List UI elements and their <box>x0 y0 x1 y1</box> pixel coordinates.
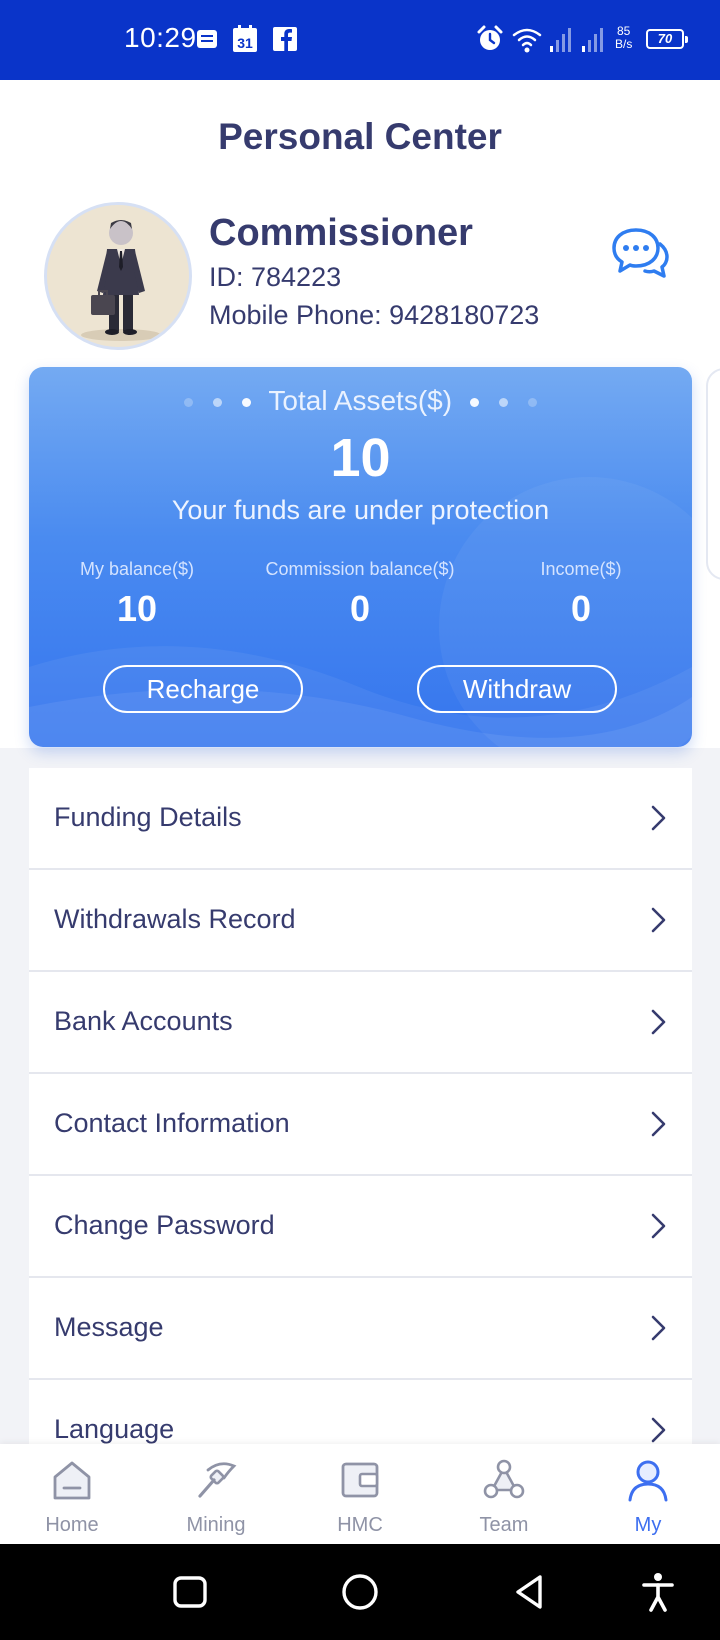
menu-item-label: Message <box>54 1312 164 1342</box>
signal-icon-1 <box>550 28 571 52</box>
total-assets-value: 10 <box>330 428 391 488</box>
income: Income($) 0 <box>461 559 692 630</box>
commission-balance-label: Commission balance($) <box>265 559 455 579</box>
nav-label: My <box>634 1514 662 1536</box>
menu-item-label: Bank Accounts <box>54 1006 233 1036</box>
nav-team[interactable]: Team <box>432 1444 576 1544</box>
nav-my[interactable]: My <box>576 1444 720 1544</box>
chevron-right-icon <box>651 1213 666 1239</box>
user-name: Commissioner <box>209 212 473 254</box>
team-icon <box>483 1459 525 1499</box>
income-value: 0 <box>570 588 592 629</box>
menu-item-message[interactable]: Message <box>29 1278 692 1380</box>
user-icon <box>628 1460 668 1502</box>
customer-service-button[interactable] <box>610 224 670 282</box>
status-time: 10:29 <box>124 22 197 53</box>
dot-icon <box>213 398 223 408</box>
chevron-right-icon <box>651 1315 666 1341</box>
chat-bubbles-icon <box>612 228 669 278</box>
user-id: ID: 784223 <box>209 262 342 292</box>
chevron-right-icon <box>651 1009 666 1035</box>
dot-icon <box>469 398 479 408</box>
pickaxe-icon <box>198 1462 237 1498</box>
chevron-right-icon <box>651 805 666 831</box>
page-title: Personal Center <box>218 116 502 157</box>
header: Personal Center <box>0 80 720 200</box>
my-balance: My balance($) 10 <box>29 559 257 630</box>
protection-text: Your funds are under protection <box>171 495 550 525</box>
calendar-day: 31 <box>237 35 253 51</box>
menu-item-label: Funding Details <box>54 802 242 832</box>
total-assets-label: Total Assets($) <box>268 385 453 416</box>
menu-item-funding-details[interactable]: Funding Details <box>29 768 692 870</box>
net-speed-unit: B/s <box>615 37 633 51</box>
dot-icon <box>527 398 537 408</box>
nav-label: HMC <box>337 1514 383 1536</box>
message-icon <box>197 30 217 48</box>
user-phone: Mobile Phone: 9428180723 <box>209 300 540 330</box>
nav-label: Mining <box>186 1514 246 1536</box>
dot-icon <box>184 398 194 408</box>
system-nav-bar <box>0 1544 720 1640</box>
calendar-icon: 31 <box>233 25 257 52</box>
menu-item-label: Language <box>54 1414 175 1444</box>
wifi-icon <box>512 28 542 53</box>
status-bar: 10:29 31 85 B/s 70 <box>0 0 720 80</box>
chevron-right-icon <box>651 1111 666 1137</box>
nav-mining[interactable]: Mining <box>144 1444 288 1544</box>
menu-item-contact-information[interactable]: Contact Information <box>29 1074 692 1176</box>
assets-card: Total Assets($) 10 Your funds are under … <box>29 367 692 747</box>
recent-apps-button[interactable] <box>168 1570 212 1614</box>
commission-balance: Commission balance($) 0 <box>240 559 480 630</box>
home-button[interactable] <box>338 1570 382 1614</box>
dot-icon <box>242 398 252 408</box>
back-button[interactable] <box>508 1570 552 1614</box>
chevron-right-icon <box>651 907 666 933</box>
nav-label: Home <box>45 1514 99 1536</box>
alarm-icon <box>477 25 503 50</box>
total-assets-header: Total Assets($) <box>29 385 692 417</box>
wallet-icon <box>341 1462 379 1498</box>
accessibility-button[interactable] <box>636 1570 680 1614</box>
menu-item-label: Change Password <box>54 1210 275 1240</box>
menu-item-change-password[interactable]: Change Password <box>29 1176 692 1278</box>
facebook-icon <box>273 27 297 51</box>
menu-item-bank-accounts[interactable]: Bank Accounts <box>29 972 692 1074</box>
next-card-peek[interactable] <box>706 368 720 580</box>
menu-item-label: Contact Information <box>54 1108 290 1138</box>
businessman-avatar-icon <box>81 220 161 341</box>
avatar <box>44 202 192 350</box>
withdraw-button[interactable]: Withdraw <box>417 665 617 713</box>
my-balance-label: My balance($) <box>79 559 195 579</box>
menu-item-withdrawals-record[interactable]: Withdrawals Record <box>29 870 692 972</box>
nav-home[interactable]: Home <box>0 1444 144 1544</box>
battery-icon: 70 <box>646 29 688 49</box>
menu-item-label: Withdrawals Record <box>54 904 296 934</box>
chevron-right-icon <box>651 1417 666 1443</box>
income-label: Income($) <box>540 559 622 579</box>
recharge-button[interactable]: Recharge <box>103 665 303 713</box>
menu-list: Funding Details Withdrawals Record Bank … <box>29 768 692 1482</box>
commission-balance-value: 0 <box>349 588 371 629</box>
dot-icon <box>498 398 508 408</box>
nav-hmc[interactable]: HMC <box>288 1444 432 1544</box>
bottom-nav: Home Mining HMC Team My <box>0 1444 720 1544</box>
nav-label: Team <box>479 1514 529 1536</box>
signal-icon-2 <box>582 28 603 52</box>
home-icon <box>53 1461 91 1500</box>
my-balance-value: 10 <box>116 588 158 629</box>
net-speed: 85 B/s <box>615 25 632 51</box>
